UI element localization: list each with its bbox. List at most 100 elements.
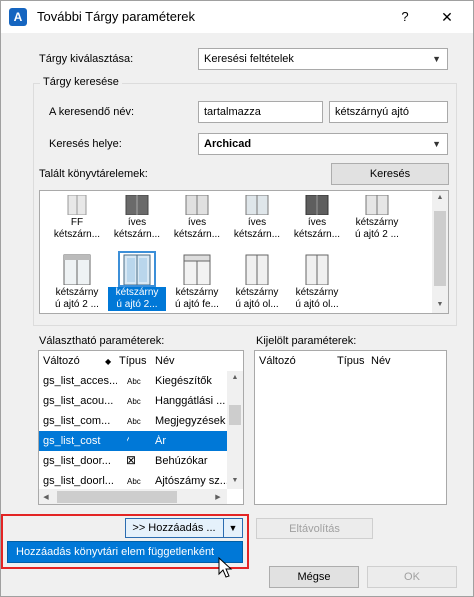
- menu-item-add-independent[interactable]: Hozzáadás könyvtári elem függetlenként: [7, 541, 243, 563]
- scroll-right-icon[interactable]: ▶: [211, 493, 225, 501]
- chevron-down-icon: ▼: [432, 54, 441, 64]
- row-variable: gs_list_com...: [43, 415, 111, 427]
- row-variable: gs_list_doorl...: [43, 475, 114, 487]
- name-label: A keresendő név:: [49, 106, 135, 118]
- gallery-item-line2: kétszárn...: [173, 229, 221, 240]
- gallery-item-selected[interactable]: kétszárny ú ajtó 2...: [108, 251, 166, 313]
- scroll-down-icon[interactable]: ▼: [432, 301, 448, 308]
- gallery-item-line1: kétszárny: [108, 287, 166, 299]
- list-header: Változó ◆ Típus Név: [39, 351, 243, 371]
- door-thumbnail-icon: [118, 251, 156, 287]
- table-row[interactable]: gs_list_doorl... Abc Ajtószámy sz...: [39, 471, 227, 491]
- row-name: Ár: [155, 435, 166, 447]
- gallery-item[interactable]: íves kétszárn...: [168, 193, 226, 255]
- row-name: Kiegészítők: [155, 375, 212, 387]
- scroll-thumb[interactable]: [434, 211, 446, 286]
- location-value: Archicad: [204, 138, 252, 150]
- gallery-item-line1: íves: [187, 217, 207, 228]
- add-button[interactable]: >> Hozzáadás ...: [126, 519, 222, 537]
- gallery-item[interactable]: kétszárny ú ajtó 2 ...: [48, 251, 106, 313]
- search-button[interactable]: Keresés: [331, 163, 449, 185]
- close-button[interactable]: ✕: [433, 7, 461, 27]
- selection-value: Keresési feltételek: [204, 53, 294, 65]
- column-header-type[interactable]: Típus: [119, 355, 147, 367]
- selection-dropdown[interactable]: Keresési feltételek ▼: [198, 48, 448, 70]
- match-mode-field[interactable]: tartalmazza: [198, 101, 323, 123]
- help-button[interactable]: ?: [393, 7, 417, 27]
- row-variable: gs_list_acou...: [43, 395, 114, 407]
- table-row[interactable]: gs_list_acces... Abc Kiegészítők: [39, 371, 227, 391]
- gallery-scrollbar[interactable]: ▲ ▼: [432, 191, 448, 313]
- table-row[interactable]: gs_list_com... Abc Megjegyzések: [39, 411, 227, 431]
- gallery-item-line1: kétszárny: [175, 287, 219, 298]
- row-variable: gs_list_cost: [43, 435, 101, 447]
- chevron-down-icon: ▼: [432, 139, 441, 149]
- gallery-item-line1: íves: [307, 217, 327, 228]
- sort-icon: ◆: [105, 357, 112, 366]
- selected-params-list[interactable]: Változó Típus Név: [254, 350, 447, 505]
- gallery-item-line2: kétszárn...: [293, 229, 341, 240]
- gallery-item-line2: ú ajtó 2 ...: [55, 299, 99, 310]
- gallery-item-line2: ú ajtó ol...: [235, 299, 279, 310]
- gallery-item[interactable]: kétszárny ú ajtó fe...: [168, 251, 226, 313]
- found-label: Talált könyvtárelemek:: [39, 168, 148, 180]
- gallery-item-line1: íves: [127, 217, 147, 228]
- add-split-button[interactable]: >> Hozzáadás ... ▼: [125, 518, 243, 538]
- list-vertical-scrollbar[interactable]: ▲ ▼: [227, 371, 243, 489]
- location-dropdown[interactable]: Archicad ▼: [198, 133, 448, 155]
- scroll-thumb[interactable]: [57, 491, 177, 503]
- door-thumbnail-icon: [300, 194, 334, 216]
- column-header-name[interactable]: Név: [371, 355, 391, 367]
- gallery-item[interactable]: FF kétszárn...: [48, 193, 106, 255]
- available-params-label: Választható paraméterek:: [39, 335, 165, 347]
- gallery-item-line2: ú ajtó 2 ...: [355, 229, 399, 240]
- gallery-item-line1: íves: [247, 217, 267, 228]
- gallery-item[interactable]: kétszárny ú ajtó ol...: [288, 251, 346, 313]
- scroll-thumb[interactable]: [229, 405, 241, 425]
- table-row-selected[interactable]: gs_list_cost ⁄ Ár: [39, 431, 227, 451]
- mouse-cursor-icon: [218, 557, 233, 578]
- row-name: Hanggátlási ...: [155, 395, 226, 407]
- archicad-app-icon: A: [9, 8, 27, 26]
- scroll-down-icon[interactable]: ▼: [227, 477, 243, 484]
- gallery-item-line2: ú ajtó 2...: [108, 299, 166, 311]
- door-thumbnail-icon: [120, 194, 154, 216]
- gallery-item[interactable]: íves kétszárn...: [288, 193, 346, 255]
- search-name-input[interactable]: kétszárnyú ajtó: [329, 101, 448, 123]
- library-gallery: FF kétszárn... íves kétszárn... íves két…: [39, 190, 449, 314]
- cost-icon: ⁄: [127, 433, 130, 447]
- scroll-left-icon[interactable]: ◀: [39, 493, 53, 501]
- gallery-item[interactable]: kétszárny ú ajtó ol...: [228, 251, 286, 313]
- scroll-up-icon[interactable]: ▲: [227, 374, 243, 381]
- location-label: Keresés helye:: [49, 138, 122, 150]
- scroll-up-icon[interactable]: ▲: [432, 194, 448, 201]
- ok-button[interactable]: OK: [367, 566, 457, 588]
- table-row[interactable]: gs_list_door... ⊠ Behúzókar: [39, 451, 227, 471]
- available-params-list[interactable]: Változó ◆ Típus Név gs_list_acces... Abc…: [38, 350, 244, 505]
- checkbox-icon: ⊠: [126, 453, 137, 467]
- list-horizontal-scrollbar[interactable]: ◀ ▶: [39, 489, 227, 504]
- row-variable: gs_list_door...: [43, 455, 111, 467]
- cancel-button[interactable]: Mégse: [269, 566, 359, 588]
- row-name: Ajtószámy sz...: [155, 475, 227, 487]
- table-row[interactable]: gs_list_acou... Abc Hanggátlási ...: [39, 391, 227, 411]
- gallery-item-line2: kétszárn...: [233, 229, 281, 240]
- dialog-window: A További Tárgy paraméterek ? ✕ Tárgy ki…: [0, 0, 474, 597]
- gallery-item[interactable]: íves kétszárn...: [108, 193, 166, 255]
- gallery-item-line1: FF: [70, 217, 84, 228]
- gallery-item[interactable]: kétszárny ú ajtó 2 ...: [348, 193, 406, 255]
- remove-button[interactable]: Eltávolítás: [256, 518, 373, 539]
- column-header-variable[interactable]: Változó: [259, 355, 296, 367]
- column-header-name[interactable]: Név: [155, 355, 175, 367]
- column-header-variable[interactable]: Változó: [43, 355, 80, 367]
- gallery-item[interactable]: íves kétszárn...: [228, 193, 286, 255]
- text-type-icon: Abc: [127, 477, 141, 486]
- gallery-item-line1: kétszárny: [355, 217, 399, 228]
- gallery-item-line1: kétszárny: [235, 287, 279, 298]
- title-bar: A További Tárgy paraméterek ? ✕: [1, 1, 473, 33]
- door-thumbnail-icon: [240, 253, 274, 286]
- gallery-item-line1: kétszárny: [295, 287, 339, 298]
- chevron-down-icon[interactable]: ▼: [223, 519, 242, 537]
- row-variable: gs_list_acces...: [43, 375, 117, 387]
- column-header-type[interactable]: Típus: [337, 355, 365, 367]
